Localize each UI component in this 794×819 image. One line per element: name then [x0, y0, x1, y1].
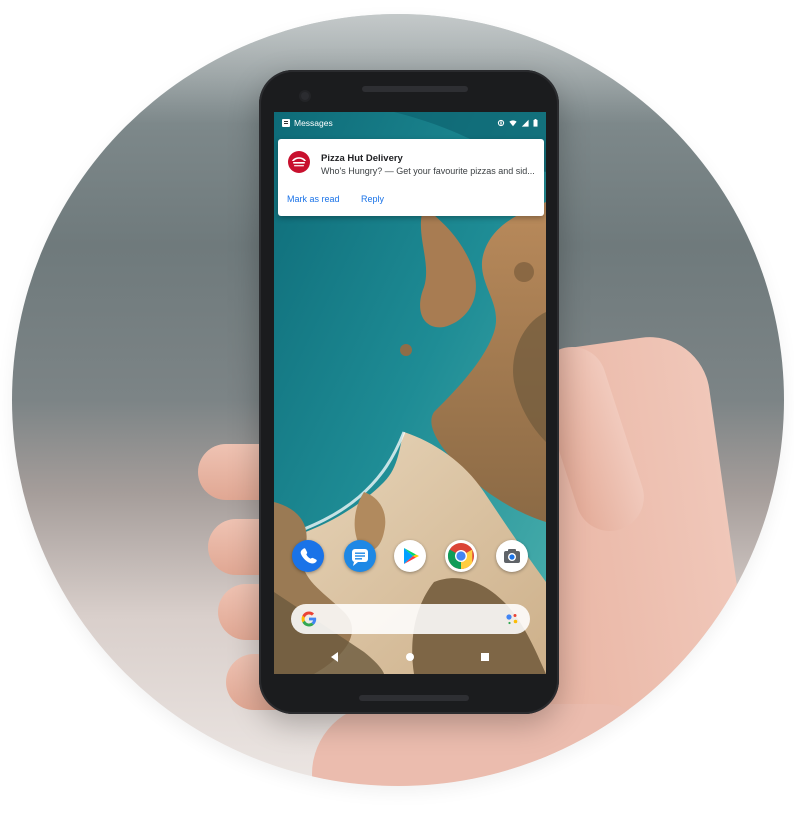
phone-screen: Messages Pizza Hut Delivery Who's Hungry…	[274, 112, 546, 674]
vibrate-icon	[497, 119, 505, 127]
chrome-app-icon[interactable]	[445, 540, 477, 572]
top-speaker	[362, 86, 468, 92]
notification-title: Pizza Hut Delivery	[321, 153, 403, 164]
back-icon[interactable]	[328, 650, 342, 664]
hand-wrist	[312, 704, 672, 786]
status-right	[497, 119, 538, 127]
messages-app-icon[interactable]	[344, 540, 376, 572]
bottom-speaker	[359, 695, 469, 701]
home-icon[interactable]	[403, 650, 417, 664]
front-camera	[301, 92, 309, 100]
google-g-icon	[301, 611, 317, 627]
notification-body: Who's Hungry? — Get your favourite pizza…	[321, 166, 535, 176]
status-left: Messages	[282, 118, 497, 128]
mark-as-read-button[interactable]: Mark as read	[287, 194, 340, 204]
phone-app-icon[interactable]	[292, 540, 324, 572]
status-app-label: Messages	[294, 118, 333, 128]
pizza-hut-logo-icon	[288, 151, 310, 173]
notification-card[interactable]: Pizza Hut Delivery Who's Hungry? — Get y…	[278, 139, 544, 216]
recents-icon[interactable]	[478, 650, 492, 664]
google-search-bar[interactable]	[291, 604, 530, 634]
app-dock	[274, 538, 546, 578]
battery-icon	[533, 119, 538, 127]
google-assistant-icon[interactable]	[504, 611, 520, 627]
status-bar: Messages	[274, 112, 546, 134]
camera-app-icon[interactable]	[496, 540, 528, 572]
signal-icon	[521, 119, 529, 127]
messages-notification-icon	[282, 119, 290, 127]
play-store-app-icon[interactable]	[394, 540, 426, 572]
reply-button[interactable]: Reply	[361, 194, 384, 204]
navigation-bar	[274, 643, 546, 671]
wifi-icon	[509, 120, 517, 127]
